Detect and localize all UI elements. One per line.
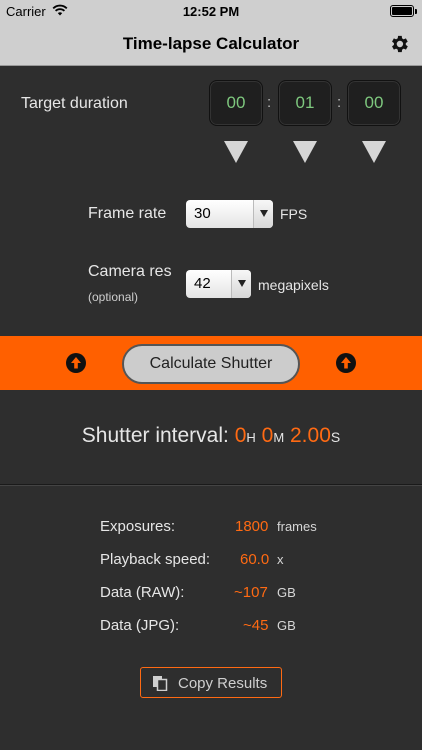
- colon-separator: :: [267, 94, 272, 111]
- hours-field[interactable]: 00: [209, 80, 263, 126]
- status-bar: Carrier 12:52 PM: [0, 0, 422, 22]
- target-duration-label: Target duration: [21, 95, 128, 112]
- chevron-down-icon: [231, 270, 251, 298]
- exposures-unit: frames: [277, 519, 317, 534]
- copy-icon: [153, 676, 168, 691]
- interval-hours-unit: H: [246, 430, 256, 445]
- copy-results-label: Copy Results: [178, 675, 268, 692]
- clock: 12:52 PM: [182, 4, 240, 19]
- interval-seconds-unit: S: [330, 429, 341, 445]
- frame-rate-select[interactable]: 30: [186, 200, 273, 228]
- calculate-shutter-button[interactable]: Calculate Shutter: [122, 344, 300, 384]
- camera-res-unit: megapixels: [258, 277, 329, 293]
- copy-results-button[interactable]: Copy Results: [140, 667, 282, 698]
- playback-speed-label: Playback speed:: [100, 551, 211, 568]
- playback-speed-value: 60.0: [240, 551, 270, 568]
- shutter-interval-result: Shutter interval: 0H 0M 2.00S: [0, 424, 422, 448]
- interval-minutes-unit: M: [273, 430, 285, 445]
- seconds-field[interactable]: 00: [347, 80, 401, 126]
- camera-res-value: 42: [194, 275, 211, 292]
- data-jpg-label: Data (JPG):: [100, 617, 180, 634]
- camera-res-optional: (optional): [88, 290, 139, 304]
- camera-res-select[interactable]: 42: [186, 270, 251, 298]
- arrow-up-circle-icon: [336, 353, 356, 373]
- data-raw-value: ~107: [234, 584, 268, 601]
- data-raw-unit: GB: [277, 585, 296, 600]
- data-jpg-unit: GB: [277, 618, 296, 633]
- minutes-down-arrow-icon[interactable]: [292, 140, 318, 164]
- interval-minutes: 0: [261, 424, 274, 447]
- frame-rate-value: 30: [194, 205, 211, 222]
- exposures-label: Exposures:: [100, 518, 176, 535]
- exposures-value: 1800: [235, 518, 269, 535]
- frame-rate-label: Frame rate: [88, 205, 167, 222]
- page-title: Time-lapse Calculator: [122, 34, 300, 53]
- minutes-field[interactable]: 01: [278, 80, 332, 126]
- frame-rate-unit: FPS: [280, 206, 308, 222]
- colon-separator: :: [337, 94, 342, 111]
- gear-icon[interactable]: [388, 33, 410, 55]
- camera-res-label: Camera res: [88, 263, 172, 280]
- interval-seconds: 2.00: [290, 424, 331, 447]
- interval-hours: 0: [234, 424, 247, 447]
- nav-bar: Time-lapse Calculator: [0, 22, 422, 66]
- shutter-interval-label: Shutter interval:: [81, 424, 229, 447]
- calculate-band: Calculate Shutter: [0, 336, 422, 390]
- battery-icon: [390, 5, 417, 17]
- playback-speed-unit: x: [277, 552, 284, 567]
- data-jpg-value: ~45: [243, 617, 269, 634]
- data-raw-label: Data (RAW):: [100, 584, 185, 601]
- hours-down-arrow-icon[interactable]: [223, 140, 249, 164]
- chevron-down-icon: [253, 200, 273, 228]
- divider: [0, 484, 422, 486]
- seconds-down-arrow-icon[interactable]: [361, 140, 387, 164]
- arrow-up-circle-icon: [66, 353, 86, 373]
